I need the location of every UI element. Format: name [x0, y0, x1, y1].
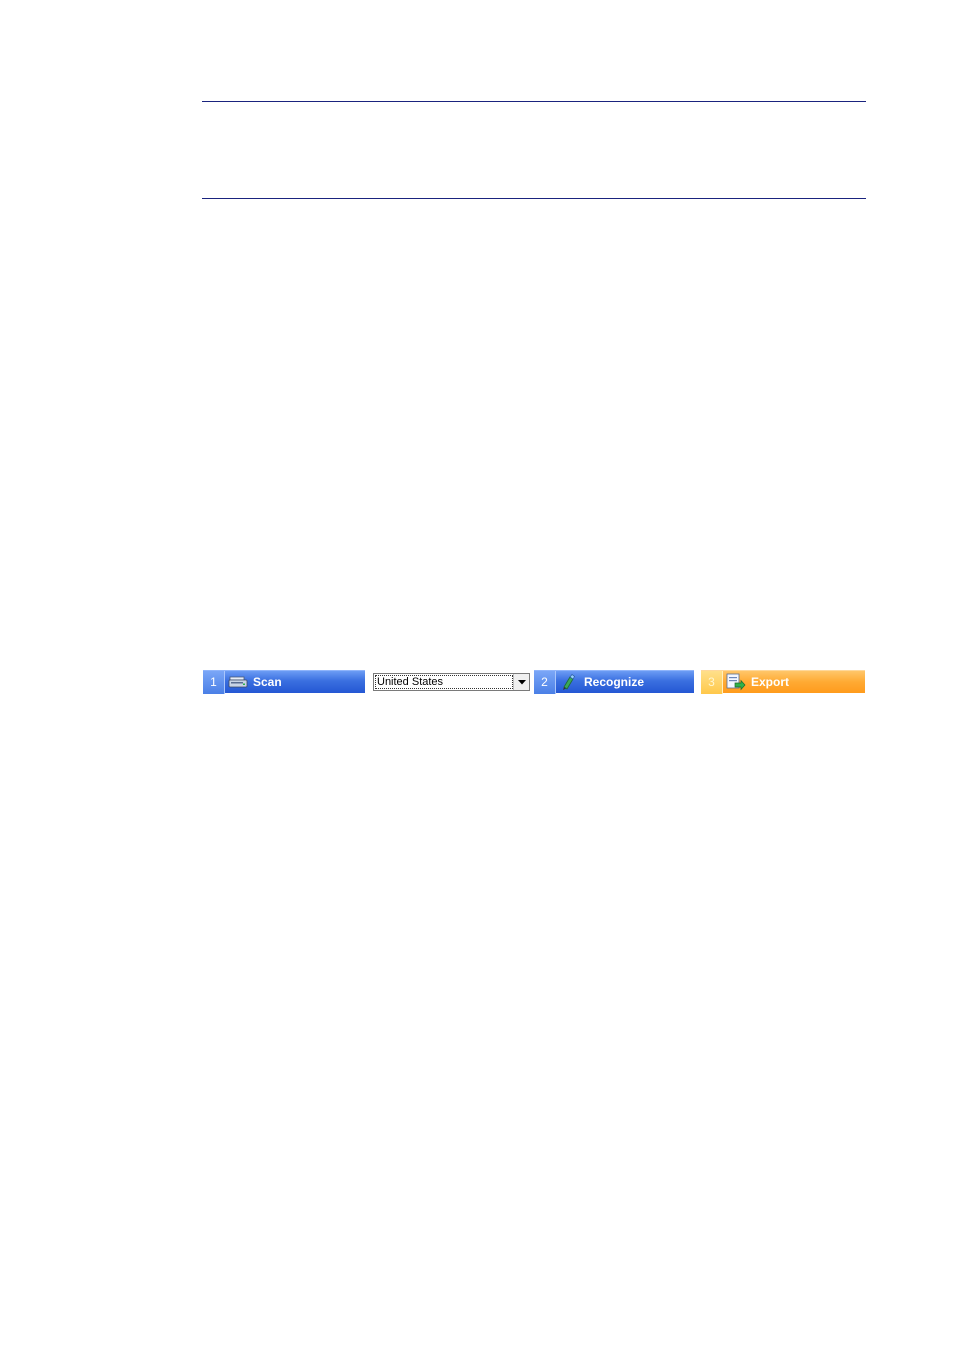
step-number-scan: 1 — [203, 670, 225, 694]
document-page: 1 Scan United States 2 Recognize 3 Expor… — [0, 0, 955, 1350]
recognize-button[interactable]: 2 Recognize — [534, 670, 694, 694]
scanner-icon — [227, 672, 249, 692]
header-rule-bottom — [202, 198, 866, 199]
language-area: United States — [366, 670, 533, 693]
export-label: Export — [751, 675, 790, 689]
language-select-value: United States — [375, 675, 513, 689]
step-number-recognize: 2 — [534, 670, 556, 694]
header-rule-top — [202, 101, 866, 102]
scan-label: Scan — [253, 675, 282, 689]
export-icon — [725, 672, 747, 692]
scan-button[interactable]: 1 Scan — [203, 670, 365, 694]
step-number-export: 3 — [701, 670, 723, 694]
recognize-label: Recognize — [584, 675, 645, 689]
ocr-steps-toolbar: 1 Scan United States 2 Recognize 3 Expor… — [203, 670, 865, 694]
recognize-icon — [558, 672, 580, 692]
language-select[interactable]: United States — [373, 673, 530, 691]
export-button[interactable]: 3 Export — [701, 670, 865, 694]
chevron-down-icon[interactable] — [513, 674, 529, 690]
